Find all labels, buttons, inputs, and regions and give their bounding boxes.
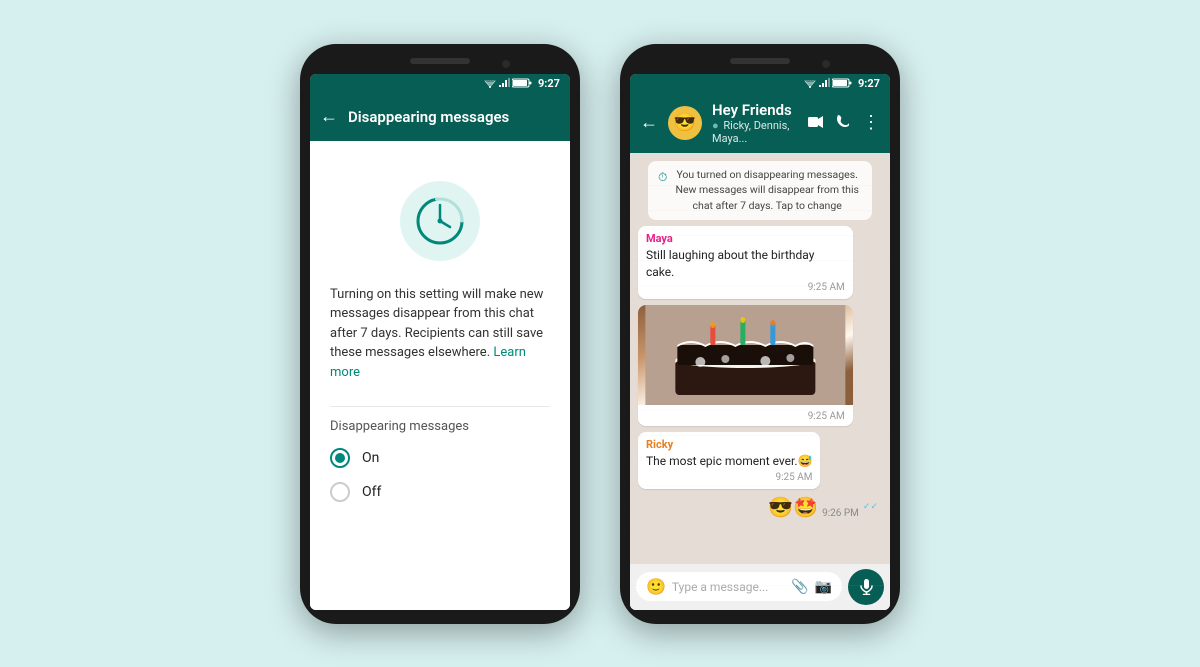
back-button-1[interactable]: ← [320, 106, 338, 127]
radio-on-label: On [362, 450, 379, 466]
phone-1: 9:27 ← Disappearing messages [300, 44, 580, 624]
double-check-icon: ✓✓ [863, 502, 878, 512]
message-maya: Maya Still laughing about the birthday c… [638, 226, 853, 300]
msg-time-maya: 9:25 AM [646, 282, 845, 293]
battery-icon-2 [832, 78, 852, 88]
phone-1-screen: 9:27 ← Disappearing messages [310, 74, 570, 610]
message-ricky: Ricky The most epic moment ever.😅 9:25 A… [638, 432, 820, 489]
video-call-icon[interactable] [808, 114, 824, 132]
mic-svg [860, 579, 873, 595]
attach-icon[interactable]: 📎 [791, 579, 808, 595]
video-icon-svg [808, 116, 824, 128]
radio-off-outer[interactable] [330, 482, 350, 502]
section-label: Disappearing messages [330, 419, 550, 434]
phone-speaker [410, 58, 470, 64]
radio-off-label: Off [362, 484, 381, 500]
chat-background: ⏱ You turned on disappearing messages. N… [630, 153, 890, 610]
signal-icon [498, 78, 510, 88]
status-time-1: 9:27 [538, 77, 560, 90]
phone-2-screen: 9:27 ← 😎 Hey Friends ● Ricky, Dennis, Ma… [630, 74, 890, 610]
divider [330, 406, 550, 407]
msg-text-ricky: The most epic moment ever.😅 [646, 453, 812, 470]
more-icon[interactable]: ⋮ [862, 112, 880, 133]
radio-off[interactable]: Off [330, 482, 550, 502]
phone-2: 9:27 ← 😎 Hey Friends ● Ricky, Dennis, Ma… [620, 44, 900, 624]
msg-time-image: 9:25 AM [646, 411, 845, 422]
status-bar-1: 9:27 [310, 74, 570, 93]
phone-camera [502, 60, 510, 68]
phone-2-speaker [730, 58, 790, 64]
message-cake-image[interactable]: 9:25 AM [638, 305, 853, 426]
phone-call-icon[interactable] [836, 114, 850, 132]
system-message[interactable]: ⏱ You turned on disappearing messages. N… [648, 161, 872, 220]
sender-maya: Maya [646, 232, 845, 245]
message-input[interactable]: Type a message... [672, 580, 785, 594]
chat-input-wrap[interactable]: 🙂 Type a message... 📎 📷 [636, 572, 842, 601]
radio-on-inner [335, 453, 345, 463]
cake-image [638, 305, 853, 405]
phone-icon-svg [836, 114, 850, 128]
chat-info: Hey Friends ● Ricky, Dennis, Maya... [712, 101, 798, 145]
message-emoji-sent: 😎🤩 9:26 PM ✓✓ [764, 495, 882, 519]
status-time-2: 9:27 [858, 77, 880, 90]
battery-icon [512, 78, 532, 88]
radio-on-outer[interactable] [330, 448, 350, 468]
timer-svg [414, 195, 466, 247]
signal-icons-2 [804, 78, 852, 88]
signal-icons [484, 78, 532, 88]
sender-ricky: Ricky [646, 438, 812, 451]
cake-svg [638, 305, 853, 405]
timer-illustration [400, 181, 480, 261]
status-bar-2: 9:27 [630, 74, 890, 93]
system-msg-icon: ⏱ [658, 168, 667, 186]
msg-text-maya: Still laughing about the birthday cake. [646, 247, 845, 281]
camera-icon[interactable]: 📷 [815, 579, 832, 595]
sent-emoji: 😎🤩 [768, 495, 818, 519]
emoji-input-icon[interactable]: 🙂 [646, 577, 666, 596]
msg-time-ricky: 9:25 AM [646, 472, 812, 483]
phone-2-camera [822, 60, 830, 68]
mic-button[interactable] [848, 569, 884, 605]
signal-icon-2 [818, 78, 830, 88]
description-text: Turning on this setting will make new me… [330, 285, 550, 383]
chat-header-icons: ⋮ [808, 112, 880, 133]
disappear-body: Turning on this setting will make new me… [310, 141, 570, 610]
emoji-time: 9:26 PM [822, 508, 859, 519]
screen-title-1: Disappearing messages [348, 108, 560, 126]
settings-content: Turning on this setting will make new me… [310, 141, 570, 610]
wifi-icon [484, 78, 496, 88]
radio-on[interactable]: On [330, 448, 550, 468]
system-msg-text: You turned on disappearing messages. New… [672, 167, 862, 214]
wifi-icon-2 [804, 78, 816, 88]
header-bar-1: ← Disappearing messages [310, 93, 570, 141]
chat-header: ← 😎 Hey Friends ● Ricky, Dennis, Maya... [630, 93, 890, 153]
chat-members: ● Ricky, Dennis, Maya... [712, 119, 798, 145]
chat-name: Hey Friends [712, 101, 798, 119]
chat-messages: ⏱ You turned on disappearing messages. N… [630, 153, 890, 564]
group-avatar: 😎 [668, 106, 702, 140]
back-button-2[interactable]: ← [640, 112, 658, 133]
image-time-wrap: 9:25 AM [638, 405, 853, 426]
chat-input-bar: 🙂 Type a message... 📎 📷 [630, 564, 890, 610]
